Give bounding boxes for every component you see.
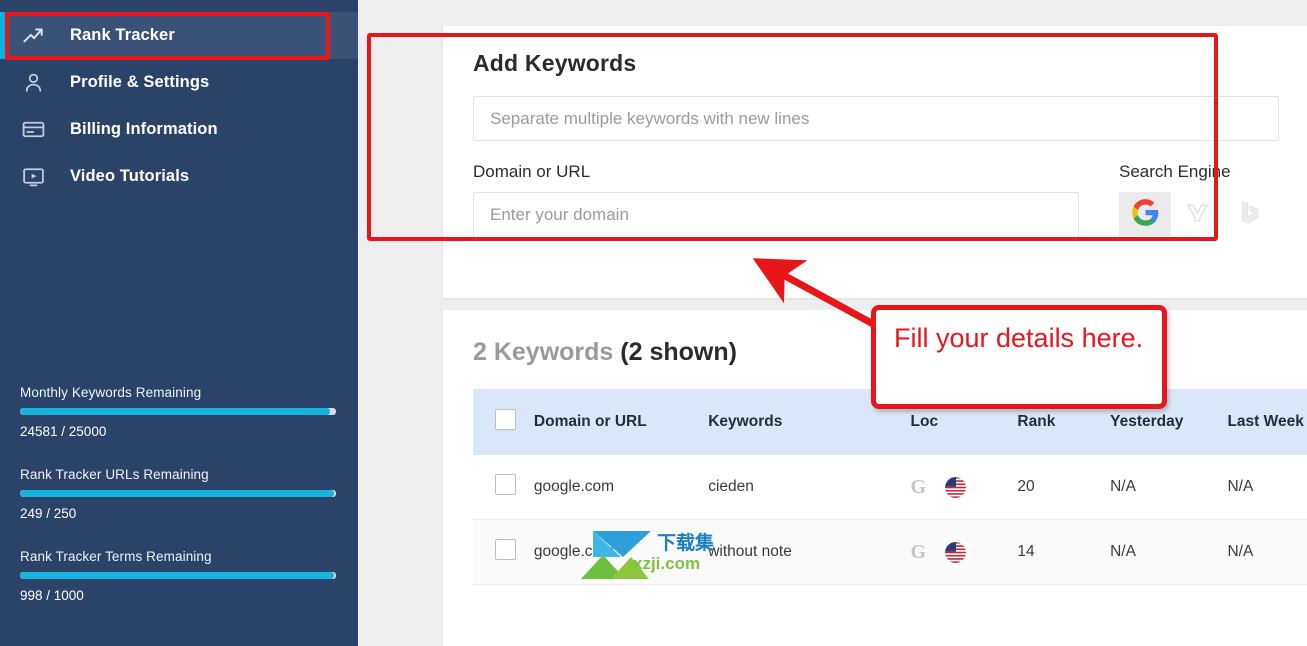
google-gray-icon: G	[910, 541, 927, 563]
keywords-count: 2 Keywords	[473, 338, 614, 366]
quota-progress-bar	[20, 490, 336, 497]
quota-value: 998 / 1000	[20, 588, 84, 603]
quota-label: Rank Tracker Terms Remaining	[20, 549, 212, 564]
domain-or-url-label: Domain or URL	[473, 162, 591, 181]
search-engine-selector	[1119, 192, 1279, 236]
us-flag-icon	[945, 476, 967, 498]
annotation-callout-text: Fill your details here.	[894, 323, 1144, 353]
yahoo-icon	[1183, 198, 1212, 230]
select-all-checkbox[interactable]	[495, 409, 516, 430]
th-select-all	[473, 389, 534, 455]
sidebar-item-rank-tracker[interactable]: Rank Tracker	[0, 12, 358, 59]
cell-rank: 14	[1017, 519, 1111, 585]
quota-progress-bar	[20, 572, 336, 579]
bing-icon	[1235, 198, 1264, 230]
search-engine-yahoo-button[interactable]	[1171, 192, 1223, 236]
sidebar-item-profile-settings[interactable]: Profile & Settings	[0, 59, 358, 106]
cell-keyword: without note	[708, 519, 911, 585]
video-icon	[18, 162, 48, 192]
quota-value: 24581 / 25000	[20, 424, 107, 439]
keywords-shown-count: (2 shown)	[620, 338, 737, 366]
sidebar: Rank Tracker Profile & Settings Billing …	[0, 0, 358, 646]
quota-label: Monthly Keywords Remaining	[20, 385, 202, 400]
keywords-input[interactable]	[473, 96, 1279, 141]
quota-label: Rank Tracker URLs Remaining	[20, 467, 209, 482]
user-icon	[18, 68, 48, 98]
add-keywords-card: Add Keywords Domain or URL Search Engine	[443, 26, 1307, 298]
quota-rank-tracker-terms: Rank Tracker Terms Remaining 998 / 1000	[20, 549, 338, 603]
quota-meters: Monthly Keywords Remaining 24581 / 25000…	[20, 385, 338, 631]
sidebar-item-label: Profile & Settings	[70, 73, 210, 91]
row-checkbox[interactable]	[495, 539, 516, 560]
quota-progress-fill	[20, 408, 330, 415]
keywords-table: Domain or URL Keywords Loc Rank Yesterda…	[473, 389, 1307, 585]
trending-up-icon	[18, 21, 48, 51]
cell-last-week: N/A	[1227, 519, 1307, 585]
th-domain-or-url[interactable]: Domain or URL	[534, 389, 708, 455]
cell-domain: google.com	[533, 519, 709, 585]
sidebar-item-label: Billing Information	[70, 120, 218, 138]
sidebar-item-label: Rank Tracker	[70, 26, 175, 44]
cell-yesterday: N/A	[1110, 455, 1228, 520]
quota-monthly-keywords: Monthly Keywords Remaining 24581 / 25000	[20, 385, 338, 439]
quota-rank-tracker-urls: Rank Tracker URLs Remaining 249 / 250	[20, 467, 338, 521]
row-select-cell	[473, 519, 534, 585]
main-content: Add Keywords Domain or URL Search Engine	[358, 0, 1307, 646]
cell-domain: google.com	[533, 455, 709, 520]
cell-keyword: cieden	[708, 455, 911, 520]
row-checkbox[interactable]	[495, 474, 516, 495]
row-select-cell	[473, 455, 534, 520]
quota-progress-bar	[20, 408, 336, 415]
google-gray-icon: G	[910, 476, 927, 498]
table-row[interactable]: google.com without note G 14 N/A N/A	[473, 519, 1307, 585]
sidebar-item-billing-information[interactable]: Billing Information	[0, 106, 358, 153]
search-engine-label: Search Engine	[1119, 162, 1231, 181]
annotation-callout: Fill your details here.	[871, 305, 1167, 409]
cell-loc: G	[910, 519, 1018, 585]
cell-rank: 20	[1017, 455, 1111, 520]
domain-input[interactable]	[473, 192, 1079, 238]
quota-progress-fill	[20, 490, 335, 497]
search-engine-bing-button[interactable]	[1223, 192, 1275, 236]
search-engine-google-button[interactable]	[1119, 192, 1171, 236]
app-root: Rank Tracker Profile & Settings Billing …	[0, 0, 1307, 646]
table-body: google.com cieden G 20 N/A N/A google.co…	[473, 455, 1307, 585]
page-title: Add Keywords	[473, 50, 637, 76]
table-row[interactable]: google.com cieden G 20 N/A N/A	[473, 455, 1307, 520]
cell-last-week: N/A	[1227, 455, 1307, 520]
quota-progress-fill	[20, 572, 335, 579]
th-last-week[interactable]: Last Week	[1227, 389, 1307, 455]
sidebar-nav: Rank Tracker Profile & Settings Billing …	[0, 0, 358, 200]
us-flag-icon	[945, 541, 967, 563]
sidebar-item-label: Video Tutorials	[70, 167, 190, 185]
quota-value: 249 / 250	[20, 506, 77, 521]
google-icon	[1131, 198, 1160, 230]
sidebar-item-video-tutorials[interactable]: Video Tutorials	[0, 153, 358, 200]
credit-card-icon	[18, 115, 48, 145]
cell-loc: G	[910, 455, 1018, 520]
cell-yesterday: N/A	[1110, 519, 1228, 585]
